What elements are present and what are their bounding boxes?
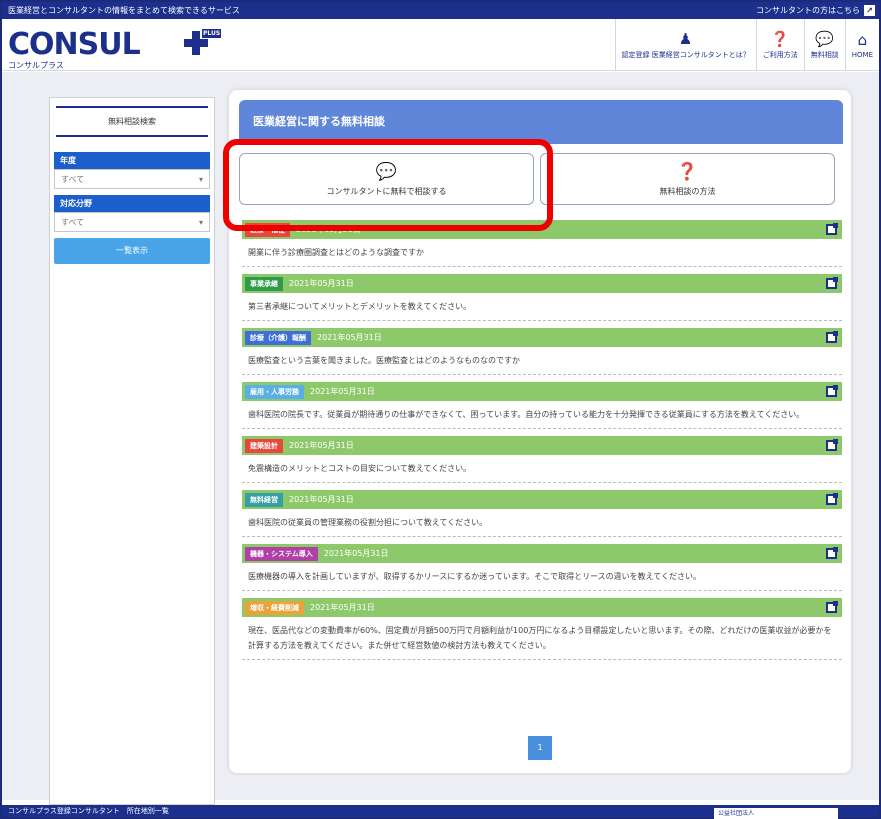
item-question[interactable]: 医療監査という言葉を聞きました。医療監査とはどのようなものなのですか [242, 347, 842, 374]
site-tagline: 医業経営とコンサルタントの情報をまとめて検索できるサービス [8, 6, 240, 15]
logo-plus-badge: PLUS [202, 29, 222, 38]
item-date: 2021年05月31日 [289, 441, 354, 450]
search-sidebar: 無料相談検索 年度 すべて ▾ 対応分野 すべて ▾ 一覧表示 [49, 97, 215, 805]
item-question[interactable]: 第三者承継についてメリットとデメリットを教えてください。 [242, 293, 842, 320]
footer-link[interactable]: コンサルプラス登録コンサルタント 所在地別一覧 [8, 807, 169, 815]
category-badge: 増収・経費削減 [245, 600, 304, 615]
external-link-icon[interactable] [826, 331, 838, 343]
nav-free-consult[interactable]: 💬 無料相談 [803, 19, 845, 71]
plus-icon: PLUS [184, 29, 222, 55]
field-label: 対応分野 [54, 195, 210, 212]
item-header: 雇用・人事労務 2021年05月31日 [242, 382, 842, 401]
list-item[interactable]: 建築設計 2021年05月31日 免震構造のメリットとコストの目安について教えて… [242, 436, 842, 483]
nav-usage[interactable]: ❓ ご利用方法 [755, 19, 804, 71]
field-select-value: すべて [61, 217, 85, 227]
home-icon: ⌂ [857, 30, 868, 49]
external-link-icon[interactable] [826, 385, 838, 397]
external-link-icon[interactable] [826, 547, 838, 559]
item-date: 2021年05月31日 [289, 279, 354, 288]
chat-icon: 💬 [815, 29, 835, 48]
item-question[interactable]: 歯科医院の従業員の管理業務の役割分担について教えてください。 [242, 509, 842, 536]
question-icon: ❓ [770, 29, 790, 48]
pagination-page-1[interactable]: 1 [528, 736, 552, 760]
category-badge: 雇用・人事労務 [245, 384, 304, 399]
item-question[interactable]: 医療機器の導入を計画していますが、取得するかリースにするか迷っています。そこで取… [242, 563, 842, 590]
external-link-icon[interactable] [826, 601, 838, 613]
category-badge: 無料経営 [245, 492, 283, 507]
item-question[interactable]: 免震構造のメリットとコストの目安について教えてください。 [242, 455, 842, 482]
method-button-label: 無料相談の方法 [659, 187, 716, 196]
nav-home[interactable]: ⌂ HOME [844, 19, 879, 71]
external-link-icon[interactable]: ↗ [864, 5, 875, 16]
item-header: 建築設計 2021年05月31日 [242, 436, 842, 455]
site-header: CONSUL PLUS コンサルプラス ♟ 認定登録 医業経営コンサルタントとは… [2, 19, 879, 71]
item-header: 無料経営 2021年05月31日 [242, 490, 842, 509]
method-button[interactable]: ❓ 無料相談の方法 [540, 153, 835, 205]
page-title: 医業経営に関する無料相談 [239, 100, 843, 144]
item-header: 機器・システム導入 2021年05月31日 [242, 544, 842, 563]
nav-label: ご利用方法 [762, 50, 798, 59]
footer-org-logo[interactable]: 公益社団法人 [714, 808, 838, 819]
sidebar-title: 無料相談検索 [56, 106, 208, 137]
item-date: 2021年05月31日 [323, 549, 389, 558]
site-logo[interactable]: CONSUL PLUS コンサルプラス [8, 29, 222, 71]
list-item[interactable]: 無料経営 2021年05月31日 歯科医院の従業員の管理業務の役割分担について教… [242, 490, 842, 537]
item-header: 事業承継 2021年05月31日 [242, 274, 842, 293]
field-select[interactable]: すべて ▾ [54, 212, 210, 232]
top-bar: 医業経営とコンサルタントの情報をまとめて検索できるサービス コンサルタントの方は… [2, 2, 879, 19]
question-icon: ❓ [676, 162, 699, 182]
item-question[interactable]: 歯科医院の院長です。従業員が期待通りの仕事ができなくて、困っています。自分の持っ… [242, 401, 842, 428]
nav-label: HOME [851, 50, 873, 59]
consult-list: 医療・福祉 2021年05月31日 開業に伴う診療圏調査とはどのような調査ですか… [242, 220, 842, 667]
year-label: 年度 [54, 152, 210, 169]
item-question[interactable]: 開業に伴う診療圏調査とはどのような調査ですか [242, 239, 842, 266]
list-item[interactable]: 増収・経費削減 2021年05月31日 現在、医品代などの変動費率が60%、固定… [242, 598, 842, 660]
nav-label: 認定登録 医業経営コンサルタントとは？ [621, 50, 750, 59]
item-header: 増収・経費削減 2021年05月31日 [242, 598, 842, 617]
item-date: 2021年05月31日 [289, 495, 354, 504]
highlight-annotation [223, 139, 553, 231]
logo-subtitle: コンサルプラス [8, 61, 64, 70]
external-link-icon[interactable] [826, 277, 838, 289]
person-icon: ♟ [678, 29, 693, 48]
year-select[interactable]: すべて ▾ [54, 169, 210, 189]
item-date: 2021年05月31日 [310, 603, 375, 612]
footer-org-label: 公益社団法人 [718, 810, 755, 817]
chevron-down-icon: ▾ [198, 174, 203, 184]
list-display-button[interactable]: 一覧表示 [54, 238, 210, 264]
item-question[interactable]: 現在、医品代などの変動費率が60%、固定費が月額500万円で月額利益が100万円… [242, 617, 842, 659]
nav-about-consultant[interactable]: ♟ 認定登録 医業経営コンサルタントとは？ [614, 19, 756, 71]
consultant-link[interactable]: コンサルタントの方はこちら [756, 2, 860, 19]
list-item[interactable]: 診療（介護）報酬 2021年05月31日 医療監査という言葉を聞きました。医療監… [242, 328, 842, 375]
external-link-icon[interactable] [826, 439, 838, 451]
list-item[interactable]: 雇用・人事労務 2021年05月31日 歯科医院の院長です。従業員が期待通りの仕… [242, 382, 842, 429]
header-nav: ♟ 認定登録 医業経営コンサルタントとは？ ❓ ご利用方法 💬 無料相談 ⌂ H… [614, 19, 879, 71]
item-header: 診療（介護）報酬 2021年05月31日 [242, 328, 842, 347]
category-badge: 診療（介護）報酬 [245, 330, 311, 345]
item-date: 2021年05月31日 [310, 387, 375, 396]
year-select-value: すべて [61, 174, 85, 184]
nav-label: 無料相談 [810, 50, 839, 59]
list-item[interactable]: 機器・システム導入 2021年05月31日 医療機器の導入を計画していますが、取… [242, 544, 842, 591]
category-badge: 事業承継 [245, 276, 283, 291]
list-item[interactable]: 事業承継 2021年05月31日 第三者承継についてメリットとデメリットを教えて… [242, 274, 842, 321]
chevron-down-icon: ▾ [198, 217, 203, 227]
external-link-icon[interactable] [826, 493, 838, 505]
category-badge: 機器・システム導入 [245, 546, 318, 561]
item-date: 2021年05月31日 [317, 333, 382, 342]
external-link-icon[interactable] [826, 223, 838, 235]
category-badge: 建築設計 [245, 438, 283, 453]
